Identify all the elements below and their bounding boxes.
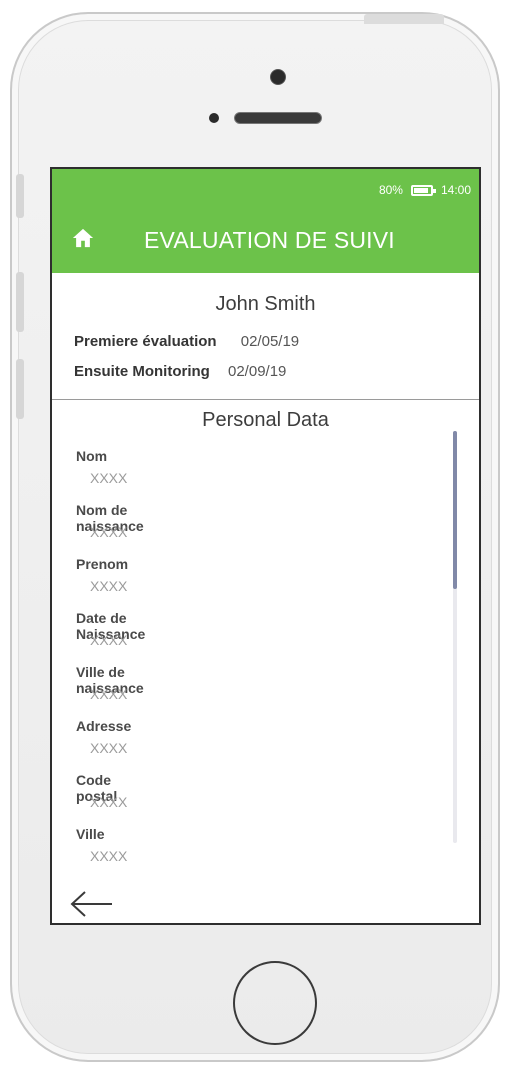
first-evaluation-date: 02/05/19	[240, 333, 300, 350]
arrow-left-icon[interactable]	[68, 889, 116, 919]
scrollbar[interactable]	[453, 431, 457, 843]
front-camera	[270, 69, 286, 85]
field-value[interactable]: XXXX	[90, 632, 127, 648]
home-icon[interactable]	[72, 227, 94, 249]
section-title: Personal Data	[202, 409, 329, 431]
patient-header: John Smith Premiere évaluation 02/05/19 …	[52, 273, 479, 400]
proximity-sensor	[209, 113, 219, 123]
first-evaluation-row: Premiere évaluation 02/05/19	[74, 333, 299, 350]
field-value[interactable]: XXXX	[90, 578, 127, 594]
field-value[interactable]: XXXX	[90, 524, 127, 540]
app-screen: 80% 14:00 EVALUATION DE SUIVI John Smith…	[50, 167, 481, 925]
patient-name: John Smith	[215, 293, 316, 315]
battery-icon	[410, 184, 436, 196]
status-bar: 80% 14:00	[379, 183, 471, 197]
first-evaluation-label: Premiere évaluation	[74, 333, 217, 350]
status-time: 14:00	[440, 183, 471, 197]
volume-down-button	[16, 359, 24, 419]
field-label: Prenom	[76, 556, 129, 572]
home-button[interactable]	[233, 961, 317, 1045]
app-bar: 80% 14:00 EVALUATION DE SUIVI	[52, 169, 479, 273]
volume-up-button	[16, 272, 24, 332]
field-value[interactable]: XXXX	[90, 470, 127, 486]
page-title: EVALUATION DE SUIVI	[144, 227, 395, 253]
field-value[interactable]: XXXX	[90, 794, 127, 810]
battery-percent: 80%	[378, 183, 403, 197]
monitoring-date: 02/09/19	[228, 363, 287, 380]
field-label: Adresse	[76, 718, 132, 734]
field-label: Ville	[76, 826, 105, 842]
field-value[interactable]: XXXX	[90, 848, 127, 864]
mute-switch	[16, 174, 24, 218]
field-label: Nom	[76, 448, 108, 464]
monitoring-row: Ensuite Monitoring 02/09/19	[74, 363, 286, 380]
power-button	[364, 14, 444, 24]
field-value[interactable]: XXXX	[90, 686, 127, 702]
monitoring-label: Ensuite Monitoring	[74, 363, 210, 380]
field-value[interactable]: XXXX	[90, 740, 127, 756]
earpiece-speaker	[234, 112, 322, 124]
scrollbar-thumb[interactable]	[453, 431, 457, 589]
